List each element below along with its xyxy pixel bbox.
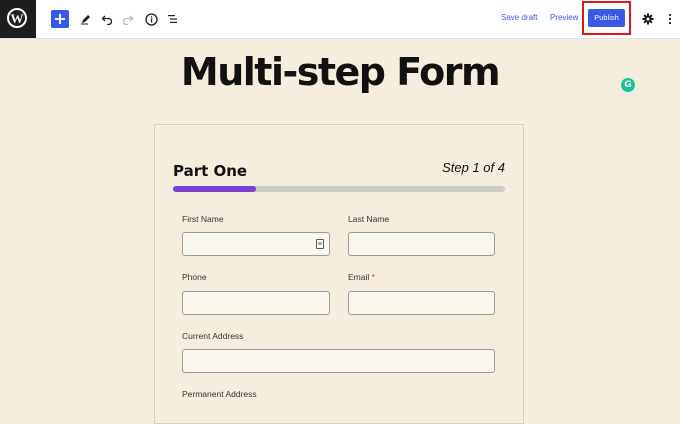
save-draft-button[interactable]: Save draft [501, 13, 537, 22]
undo-icon [101, 15, 113, 25]
form-progress-fill [173, 186, 256, 192]
preview-button[interactable]: Preview [550, 13, 578, 22]
contact-card-icon[interactable]: ≡ [316, 239, 324, 249]
redo-button[interactable] [118, 9, 138, 29]
list-view-button[interactable] [163, 9, 183, 29]
required-marker: * [371, 272, 375, 282]
form-progress-bar [173, 186, 505, 192]
list-view-icon [168, 15, 177, 23]
more-vertical-icon [668, 13, 672, 25]
options-button[interactable] [660, 9, 680, 29]
editor-toolbar: W + Save draft Preview Publish [0, 0, 680, 39]
undo-button[interactable] [97, 9, 117, 29]
email-label-text: Email [348, 272, 370, 282]
plus-icon: + [53, 9, 67, 28]
redo-icon [122, 15, 134, 25]
form-step-indicator: Step 1 of 4 [442, 160, 505, 175]
permanent-address-label: Permanent Address [182, 389, 257, 399]
wordpress-icon: W [7, 8, 27, 28]
info-icon [144, 12, 158, 26]
email-label: Email * [348, 272, 375, 282]
add-block-button[interactable]: + [51, 10, 69, 28]
wordpress-logo[interactable]: W [0, 0, 36, 38]
phone-label: Phone [182, 272, 207, 282]
last-name-label: Last Name [348, 214, 390, 224]
current-address-input[interactable] [182, 349, 495, 373]
page-title[interactable]: Multi-step Form [0, 50, 680, 94]
first-name-input[interactable] [182, 232, 330, 256]
email-input[interactable] [348, 291, 495, 315]
first-name-label: First Name [182, 214, 224, 224]
pencil-icon [81, 15, 90, 25]
details-button[interactable] [141, 9, 161, 29]
settings-button[interactable] [638, 9, 658, 29]
form-part-title: Part One [173, 162, 248, 180]
tools-button[interactable] [76, 9, 96, 29]
publish-highlight: Publish [582, 1, 631, 35]
current-address-label: Current Address [182, 331, 244, 341]
publish-button[interactable]: Publish [588, 9, 625, 27]
last-name-input[interactable] [348, 232, 495, 256]
phone-input[interactable] [182, 291, 330, 315]
gear-icon [642, 13, 654, 25]
grammarly-icon[interactable]: G [621, 78, 635, 92]
